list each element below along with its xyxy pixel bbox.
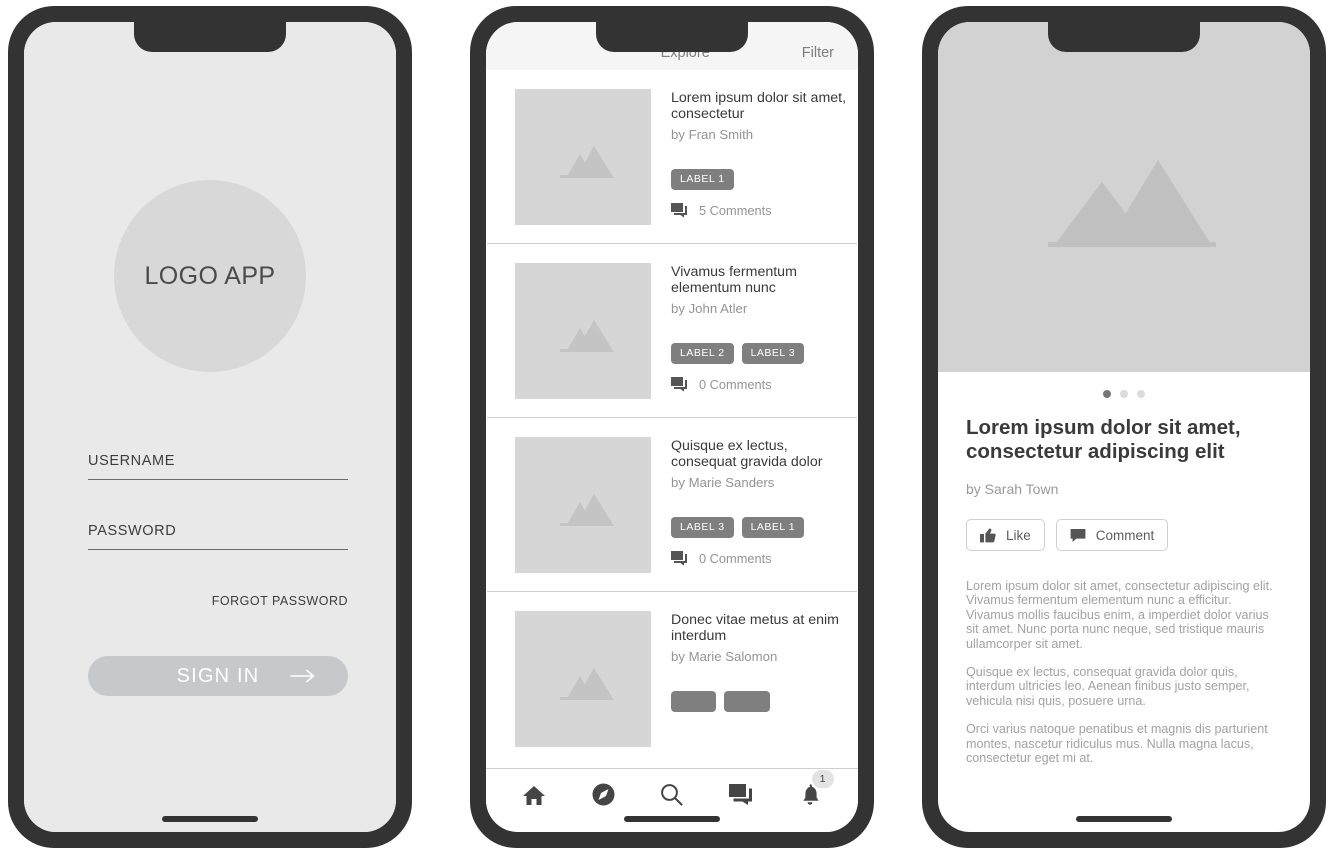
label-chip[interactable]: LABEL 3 bbox=[741, 343, 805, 364]
thumbs-up-icon bbox=[980, 527, 996, 543]
compass-icon bbox=[592, 783, 615, 806]
page-title: Lorem ipsum dolor sit amet, consectetur … bbox=[966, 416, 1241, 463]
arrow-right-icon bbox=[290, 669, 316, 683]
nav-notifications[interactable]: 1 bbox=[775, 769, 844, 807]
home-icon bbox=[522, 784, 546, 806]
username-label: USERNAME bbox=[88, 453, 175, 469]
forum-icon bbox=[671, 376, 688, 392]
notification-badge: 1 bbox=[811, 769, 834, 788]
paragraph: Lorem ipsum dolor sit amet, consectetur … bbox=[966, 579, 1273, 651]
forgot-password-link[interactable]: FORGOT PASSWORD bbox=[88, 594, 348, 608]
label-chip[interactable]: LABEL 1 bbox=[741, 517, 805, 538]
image-placeholder-icon bbox=[515, 437, 651, 573]
list-item[interactable]: Lorem ipsum dolor sit amet, consectetur … bbox=[487, 70, 857, 244]
logo-text: LOGO APP bbox=[144, 261, 276, 290]
comment-label: Comment bbox=[1095, 527, 1155, 543]
label-chip[interactable]: LABEL 1 bbox=[671, 169, 734, 190]
list-item-labels: LABEL 1 bbox=[671, 169, 857, 190]
article-body: Lorem ipsum dolor sit amet, consectetur … bbox=[966, 579, 1282, 765]
carousel-dots[interactable] bbox=[938, 372, 1310, 398]
comments-count: 0 Comments bbox=[699, 550, 772, 566]
list-item[interactable]: Donec vitae metus at enim interdum by Ma… bbox=[487, 592, 857, 765]
phone-feed: Explore Filter Lorem ipsum dolor sit ame… bbox=[470, 6, 874, 848]
list-item-author: by Fran Smith bbox=[671, 127, 754, 142]
comments-count: 5 Comments bbox=[699, 202, 772, 218]
forum-icon bbox=[671, 550, 688, 566]
label-chip[interactable] bbox=[724, 691, 770, 712]
nav-home[interactable] bbox=[500, 784, 569, 806]
paragraph: Orci varius natoque penatibus et magnis … bbox=[966, 722, 1268, 766]
like-button[interactable]: Like bbox=[966, 519, 1045, 551]
bottom-nav: 1 bbox=[486, 768, 858, 832]
list-item-labels: LABEL 3 LABEL 1 bbox=[671, 517, 857, 538]
home-indicator bbox=[1076, 816, 1172, 822]
image-placeholder-icon bbox=[1026, 142, 1222, 252]
phone-article: Lorem ipsum dolor sit amet, consectetur … bbox=[922, 6, 1326, 848]
sign-in-label: SIGN IN bbox=[176, 664, 260, 687]
carousel-dot[interactable] bbox=[1103, 390, 1111, 398]
label-chip[interactable]: LABEL 2 bbox=[671, 343, 734, 364]
list-item[interactable]: Vivamus fermentum elementum nunc by John… bbox=[487, 244, 857, 418]
label-chip[interactable] bbox=[671, 691, 717, 712]
article-screen: Lorem ipsum dolor sit amet, consectetur … bbox=[938, 22, 1310, 832]
home-indicator bbox=[624, 816, 720, 822]
comments-row[interactable]: 0 Comments bbox=[671, 550, 857, 566]
label-chip[interactable]: LABEL 3 bbox=[671, 517, 734, 538]
carousel-dot[interactable] bbox=[1137, 390, 1145, 398]
phone-login: LOGO APP USERNAME PASSWORD FORGOT PASSWO… bbox=[8, 6, 412, 848]
list-item-title: Lorem ipsum dolor sit amet, consectetur bbox=[671, 90, 847, 122]
search-icon bbox=[660, 783, 683, 806]
home-indicator bbox=[162, 816, 258, 822]
nav-search[interactable] bbox=[638, 783, 707, 806]
list-item-title: Vivamus fermentum elementum nunc bbox=[671, 264, 797, 296]
comments-row[interactable]: 0 Comments bbox=[671, 376, 857, 392]
username-field[interactable]: USERNAME bbox=[88, 452, 348, 480]
list-item-labels: LABEL 2 LABEL 3 bbox=[671, 343, 857, 364]
list-item-title: Donec vitae metus at enim interdum bbox=[671, 612, 839, 644]
image-placeholder-icon bbox=[515, 611, 651, 747]
article-author: by Sarah Town bbox=[966, 481, 1059, 497]
comments-count: 0 Comments bbox=[699, 376, 772, 392]
logo-circle: LOGO APP bbox=[114, 180, 306, 372]
notch bbox=[134, 22, 286, 52]
wireframe-canvas: LOGO APP USERNAME PASSWORD FORGOT PASSWO… bbox=[0, 0, 1335, 855]
list-item-author: by Marie Salomon bbox=[671, 649, 778, 664]
hero-image[interactable] bbox=[938, 22, 1310, 372]
like-label: Like bbox=[1006, 527, 1031, 543]
comments-row[interactable]: 5 Comments bbox=[671, 202, 857, 218]
paragraph: Quisque ex lectus, consequat gravida dol… bbox=[966, 665, 1250, 708]
comment-button[interactable]: Comment bbox=[1055, 519, 1169, 551]
image-placeholder-icon bbox=[515, 263, 651, 399]
notch bbox=[1048, 22, 1200, 52]
sign-in-button[interactable]: SIGN IN bbox=[88, 656, 348, 696]
nav-messages[interactable] bbox=[706, 784, 775, 805]
notch bbox=[596, 22, 748, 52]
image-placeholder-icon bbox=[515, 89, 651, 225]
list-item-title: Quisque ex lectus, consequat gravida dol… bbox=[671, 438, 823, 470]
forum-icon bbox=[671, 202, 688, 218]
list-item-labels bbox=[671, 691, 857, 712]
password-field[interactable]: PASSWORD bbox=[88, 522, 348, 550]
tab-filter[interactable]: Filter bbox=[802, 45, 834, 61]
list-item[interactable]: Quisque ex lectus, consequat gravida dol… bbox=[487, 418, 857, 592]
list-item-author: by John Atler bbox=[671, 301, 748, 316]
login-screen: LOGO APP USERNAME PASSWORD FORGOT PASSWO… bbox=[24, 22, 396, 832]
password-label: PASSWORD bbox=[88, 523, 177, 539]
list-item-author: by Marie Sanders bbox=[671, 475, 775, 490]
comment-icon bbox=[1070, 528, 1086, 543]
forum-icon bbox=[728, 784, 753, 805]
feed-screen: Explore Filter Lorem ipsum dolor sit ame… bbox=[486, 22, 858, 832]
nav-explore[interactable] bbox=[569, 783, 638, 806]
carousel-dot[interactable] bbox=[1120, 390, 1128, 398]
action-row: Like Comment bbox=[966, 519, 1282, 551]
feed-list: Lorem ipsum dolor sit amet, consectetur … bbox=[486, 70, 858, 768]
